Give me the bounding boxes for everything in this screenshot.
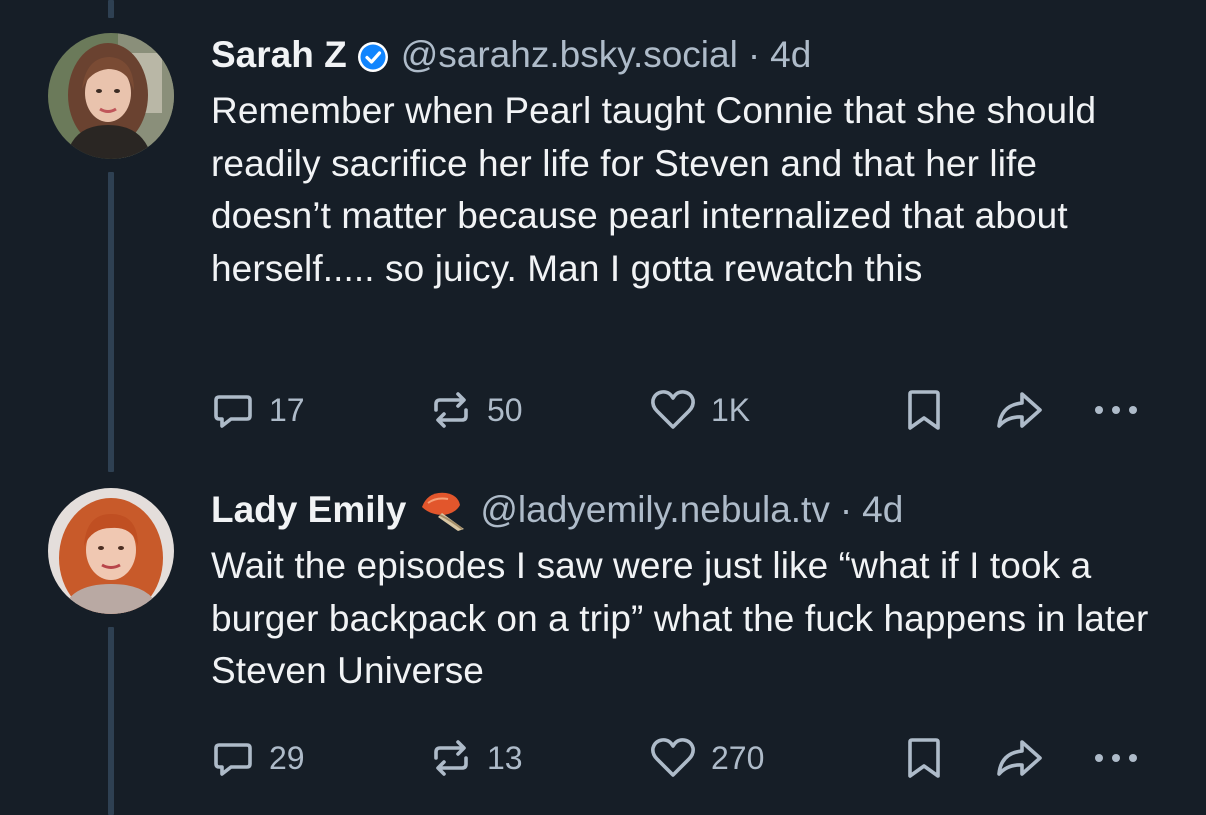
reply-count: 29: [269, 739, 305, 776]
more-icon: [1095, 406, 1137, 414]
share-button[interactable]: [994, 736, 1046, 780]
separator-dot: ·: [747, 34, 761, 75]
post-actions: 17 50 1K: [211, 388, 1166, 432]
more-button[interactable]: [1091, 736, 1141, 780]
handle[interactable]: @ladyemily.nebula.tv: [480, 488, 829, 532]
post-header: Lady Emily @ladyemily.nebula.tv · 4d: [211, 488, 1166, 532]
post-header: Sarah Z @sarahz.bsky.social · 4d: [211, 33, 1166, 77]
post-lady-emily[interactable]: Lady Emily @ladyemily.nebula.tv · 4d Wai…: [211, 488, 1166, 698]
separator-dot: ·: [839, 489, 853, 530]
repost-count: 13: [487, 739, 523, 776]
post-text: Wait the episodes I saw were just like “…: [211, 545, 1149, 691]
handle[interactable]: @sarahz.bsky.social: [401, 33, 738, 77]
display-name[interactable]: Lady Emily: [211, 488, 406, 532]
burger-shell-emoji-icon: [418, 487, 468, 533]
bookmark-button[interactable]: [904, 736, 944, 780]
verified-badge-icon: [357, 39, 389, 72]
repost-icon: [434, 392, 468, 428]
like-icon: [651, 738, 695, 777]
like-icon: [651, 390, 695, 429]
avatar-lady-emily[interactable]: [48, 488, 174, 614]
bookmark-button[interactable]: [904, 388, 944, 432]
like-count: 1K: [711, 391, 751, 428]
timestamp[interactable]: 4d: [862, 488, 903, 532]
repost-count: 50: [487, 391, 523, 428]
thread-line-bottom: [108, 627, 114, 815]
display-name[interactable]: Sarah Z: [211, 33, 347, 77]
share-icon: [997, 392, 1042, 428]
post-actions: 29 13 270: [211, 736, 1166, 780]
post-text: Remember when Pearl taught Connie that s…: [211, 90, 1097, 289]
timestamp[interactable]: 4d: [770, 33, 811, 77]
repost-button[interactable]: 50: [429, 388, 523, 432]
like-button[interactable]: 270: [649, 736, 764, 780]
reply-count: 17: [269, 391, 305, 428]
repost-button[interactable]: 13: [429, 736, 523, 780]
more-button[interactable]: [1091, 388, 1141, 432]
thread-line-middle: [108, 172, 114, 472]
like-button[interactable]: 1K: [649, 388, 750, 432]
bookmark-icon: [908, 390, 940, 430]
post-sarah-z[interactable]: Sarah Z @sarahz.bsky.social · 4d Remembe…: [211, 33, 1166, 295]
repost-icon: [434, 740, 468, 776]
reply-icon: [214, 395, 252, 428]
share-icon: [997, 740, 1042, 776]
like-count: 270: [711, 739, 765, 776]
bookmark-icon: [908, 738, 940, 778]
reply-button[interactable]: 29: [211, 736, 305, 780]
share-button[interactable]: [994, 388, 1046, 432]
avatar-sarah-z[interactable]: [48, 33, 174, 159]
thread-line-top: [108, 0, 114, 18]
more-icon: [1095, 754, 1137, 762]
reply-icon: [214, 743, 252, 776]
reply-button[interactable]: 17: [211, 388, 305, 432]
